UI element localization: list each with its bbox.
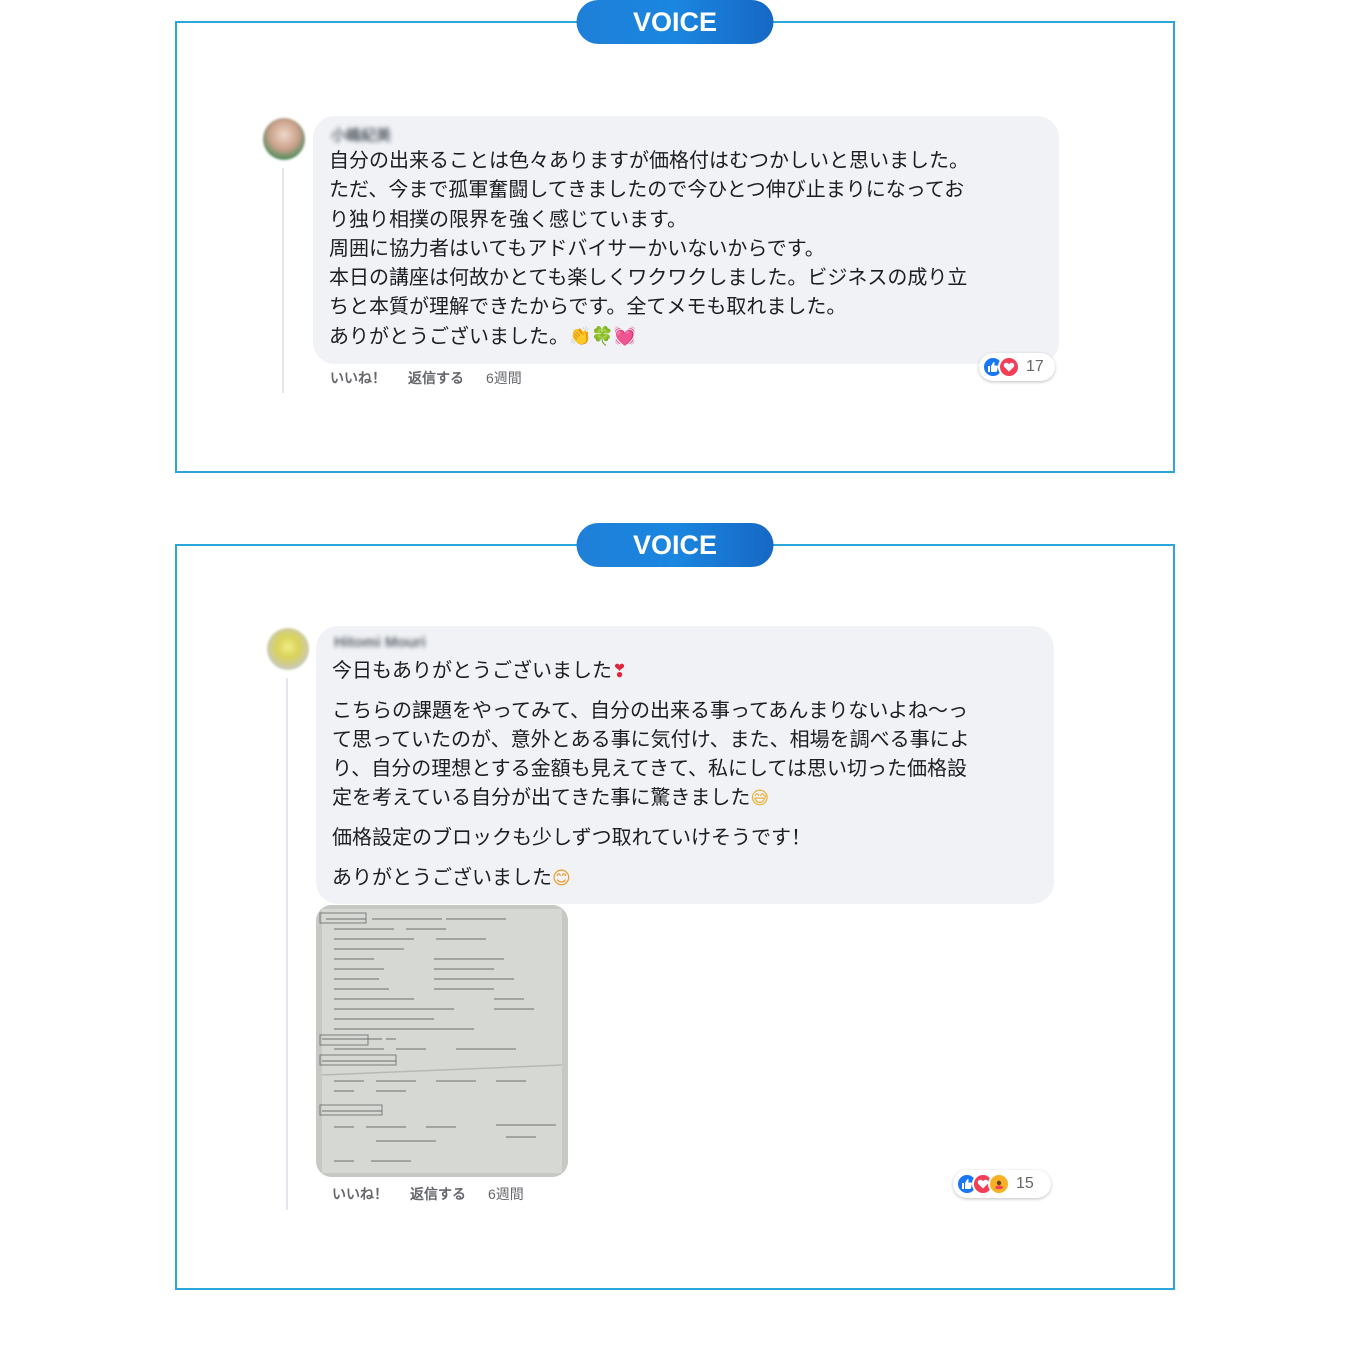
voice-badge: VOICE (576, 0, 774, 44)
heart-icon: 💓 (613, 326, 637, 348)
timestamp[interactable]: 6週間 (486, 368, 522, 388)
handwritten-notes-photo (316, 905, 568, 1177)
comment-actions: いいね！ 返信する 6週間 (330, 368, 522, 388)
comment-line-last: ありがとうございました。👏🍀💓 (329, 322, 969, 351)
comment-actions: いいね！ 返信する 6週間 (332, 1184, 524, 1204)
love-reaction-icon (998, 356, 1020, 378)
reply-button[interactable]: 返信する (410, 1184, 466, 1204)
comment-line-last: 定を考えている自分が出てきた事に驚きました😅 (332, 783, 970, 812)
comment-line: こちらの課題をやってみて、自分の出来る事ってあんまりないよね〜っ (332, 698, 968, 722)
comment-line: 周囲に協力者はいてもアドバイサーかいないからです。 (329, 235, 825, 260)
comment-text: 自分の出来ることは色々ありますが価格付はむつかしいと思いました。 ただ、今まで孤… (329, 146, 969, 351)
author-name[interactable]: Hitomi Mouri (334, 634, 426, 651)
comment-bubble: 小嶋紀美 自分の出来ることは色々ありますが価格付はむつかしいと思いました。 ただ… (313, 116, 1059, 364)
smiling-face-icon: 😊 (552, 867, 571, 889)
comment-paragraph: 今日もありがとうございました❣ (332, 656, 970, 685)
like-button[interactable]: いいね！ (330, 368, 386, 388)
comment-line: ありがとうございました。 (329, 323, 569, 348)
comment-line: り、自分の理想とする金額も見えてきて、私にしては思い切った価格設 (332, 756, 967, 780)
care-reaction-icon (988, 1173, 1010, 1195)
heart-exclamation-icon: ❣ (612, 660, 628, 682)
comment-line: 本日の講座は何故かとても楽しくワクワクしました。ビジネスの成り立 (329, 265, 968, 290)
avatar[interactable] (263, 118, 305, 160)
voice-badge: VOICE (576, 523, 774, 567)
like-button[interactable]: いいね！ (332, 1184, 388, 1204)
comment-line: 価格設定のブロックも少しずつ取れていけそうです！ (332, 825, 811, 849)
voice-card-1: VOICE 小嶋紀美 自分の出来ることは色々ありますが価格付はむつかしいと思いま… (175, 0, 1175, 473)
clapping-hands-icon: 👏 (569, 326, 592, 348)
comment-line: 自分の出来ることは色々ありますが価格付はむつかしいと思いました。 (329, 148, 969, 172)
clover-icon: 🍀 (591, 326, 614, 348)
attached-photo[interactable] (316, 905, 568, 1177)
reaction-count: 15 (1016, 1175, 1034, 1192)
voice-card-2: VOICE Hitomi Mouri 今日もありがとうございました❣ こちらの課… (175, 523, 1175, 1290)
comment-line: ちと本質が理解できたからです。全てメモも取れました。 (329, 294, 847, 319)
grinning-sweat-icon: 😅 (750, 787, 770, 809)
comment-line: て思っていたのが、意外とある事に気付け、また、相場を調べる事によ (332, 727, 970, 751)
reply-button[interactable]: 返信する (408, 368, 464, 388)
comment-paragraph: 価格設定のブロックも少しずつ取れていけそうです！ (332, 823, 970, 852)
comment-line: ありがとうございました (332, 865, 552, 889)
comment-line: り独り相撲の限界を強く感じています。 (329, 206, 687, 231)
comment-bubble: Hitomi Mouri 今日もありがとうございました❣ こちらの課題をやってみ… (316, 626, 1054, 904)
timestamp[interactable]: 6週間 (488, 1184, 524, 1204)
comment-line: ただ、今まで孤軍奮闘してきましたので今ひとつ伸び止まりになってお (329, 177, 965, 202)
reaction-count: 17 (1026, 358, 1044, 375)
comment-line: 今日もありがとうございました (332, 658, 612, 682)
thread-line (282, 168, 284, 393)
avatar[interactable] (267, 628, 309, 670)
author-name[interactable]: 小嶋紀美 (331, 124, 391, 145)
reaction-summary[interactable]: 17 (979, 353, 1055, 381)
comment-text: 今日もありがとうございました❣ こちらの課題をやってみて、自分の出来る事ってあん… (332, 656, 970, 892)
thread-line (286, 678, 288, 1210)
reaction-summary[interactable]: 15 (953, 1170, 1051, 1198)
comment-paragraph: ありがとうございました😊 (332, 863, 970, 892)
comment-paragraph: こちらの課題をやってみて、自分の出来る事ってあんまりないよね〜っ て思っていたの… (332, 696, 970, 812)
comment-line: 定を考えている自分が出てきた事に驚きました (332, 785, 751, 809)
